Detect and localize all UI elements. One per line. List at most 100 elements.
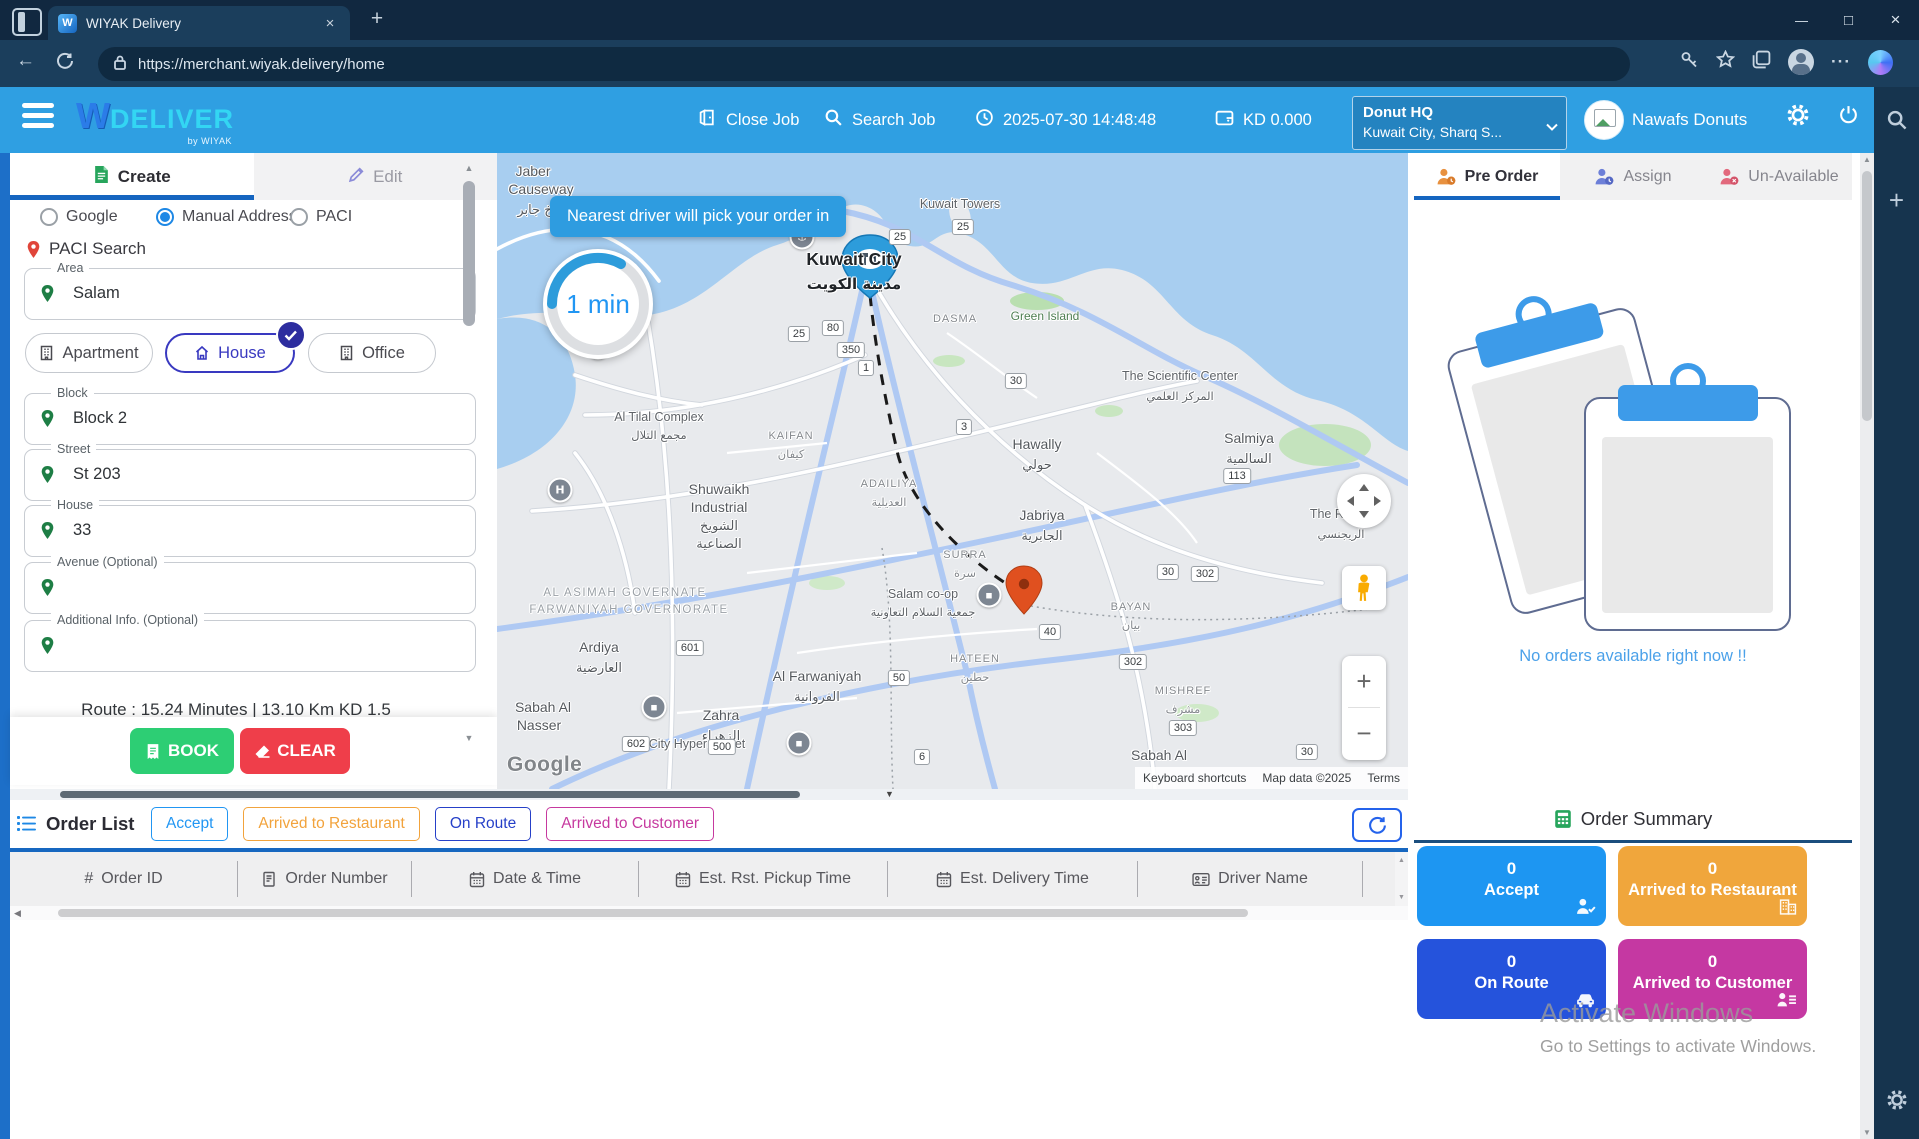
settings-gear-icon[interactable] xyxy=(1786,103,1810,132)
filter-accept[interactable]: Accept xyxy=(151,807,228,841)
map-poi-icon[interactable]: ▪ xyxy=(642,695,667,720)
window-maximize-icon[interactable]: □ xyxy=(1825,0,1872,40)
zoom-out-button[interactable]: − xyxy=(1342,708,1386,759)
panel-scrollbar[interactable]: ▲ ▼ xyxy=(462,155,476,785)
avenue-field[interactable]: Avenue (Optional) xyxy=(24,562,476,614)
block-field[interactable]: Block Block 2 xyxy=(24,393,476,445)
clear-button[interactable]: CLEAR xyxy=(240,728,350,774)
column-date-time: Date & Time xyxy=(412,861,639,897)
window-minimize-icon[interactable]: — xyxy=(1778,0,1825,40)
order-summary-panel: Order Summary 0Accept0Arrived to Restaur… xyxy=(1414,800,1852,1139)
logout-power-icon[interactable] xyxy=(1838,104,1859,130)
summary-card-accept[interactable]: 0Accept xyxy=(1417,846,1606,926)
type-apartment-button[interactable]: Apartment xyxy=(25,333,153,373)
map-pan-control[interactable] xyxy=(1337,474,1391,528)
tab-close-icon[interactable]: × xyxy=(320,15,340,32)
section-scrollbar[interactable]: ▼ xyxy=(10,789,1408,800)
map-label: Kuwait Towers xyxy=(920,197,1000,211)
copilot-icon[interactable] xyxy=(1868,50,1893,75)
terms-link[interactable]: Terms xyxy=(1359,767,1408,789)
radio-paci[interactable]: PACI xyxy=(290,208,352,226)
map-label: ADAILIYA xyxy=(861,478,918,490)
page-scrollbar[interactable]: ▲ ▼ xyxy=(1860,153,1874,1139)
collections-icon[interactable] xyxy=(1752,50,1771,74)
book-button[interactable]: BOOK xyxy=(130,728,234,774)
map-poi-icon[interactable]: ▪ xyxy=(977,583,1002,608)
map-poi-icon[interactable]: H xyxy=(548,478,573,503)
tab-edit[interactable]: Edit xyxy=(254,153,498,200)
road-badge: 601 xyxy=(676,640,704,656)
receipt-icon xyxy=(145,743,161,760)
zoom-in-button[interactable]: + xyxy=(1342,656,1386,707)
pegman-control[interactable] xyxy=(1342,566,1386,610)
browser-profile-avatar[interactable] xyxy=(1788,49,1814,75)
radio-google[interactable]: Google xyxy=(40,208,118,226)
sidebar-settings-icon[interactable] xyxy=(1874,1089,1919,1116)
house-field[interactable]: House 33 xyxy=(24,505,476,557)
search-job-button[interactable]: Search Job xyxy=(824,89,935,151)
pre-order-person-icon xyxy=(1436,168,1457,186)
branch-selector[interactable]: Donut HQ Kuwait City, Sharq S... xyxy=(1352,96,1567,150)
user-name: Nawafs Donuts xyxy=(1632,110,1747,130)
road-badge: 602 xyxy=(622,736,650,752)
column-order-number: Order Number xyxy=(238,861,412,897)
page-scrollbar-thumb[interactable] xyxy=(1862,171,1872,421)
map-poi-icon[interactable]: ▪ xyxy=(787,731,812,756)
road-badge: 6 xyxy=(914,749,930,765)
map-label: BAYAN xyxy=(1111,601,1152,613)
tab-pre-order[interactable]: Pre Order xyxy=(1414,153,1560,200)
workspaces-icon[interactable] xyxy=(12,8,42,36)
paci-search-link[interactable]: PACI Search xyxy=(26,239,146,259)
tab-assign[interactable]: Assign xyxy=(1560,153,1706,200)
keyboard-shortcuts-link[interactable]: Keyboard shortcuts xyxy=(1135,767,1254,789)
back-icon[interactable]: ← xyxy=(16,50,35,72)
column-order-id: #Order ID xyxy=(10,861,238,897)
browser-tab[interactable]: W WIYAK Delivery × xyxy=(48,6,350,40)
wallet-icon xyxy=(1215,108,1234,132)
area-field[interactable]: Area Salam xyxy=(24,268,476,320)
logo-subtext: by WIYAK xyxy=(188,136,232,146)
type-office-button[interactable]: Office xyxy=(308,333,436,373)
panel-scrollbar-thumb[interactable] xyxy=(463,181,475,326)
eta-timer: 1 min xyxy=(543,249,653,359)
road-badge: 500 xyxy=(708,739,736,755)
street-field[interactable]: Street St 203 xyxy=(24,449,476,501)
sidebar-search-icon[interactable] xyxy=(1874,109,1919,136)
table-vscrollbar[interactable]: ▲▼ xyxy=(1395,852,1408,906)
close-job-button[interactable]: Close Job xyxy=(698,89,799,151)
additional-info-field[interactable]: Additional Info. (Optional) xyxy=(24,620,476,672)
unavailable-person-icon xyxy=(1719,168,1740,186)
refresh-button[interactable] xyxy=(1352,808,1402,842)
table-hscrollbar[interactable]: ◀ xyxy=(10,906,1408,920)
sidebar-add-icon[interactable]: + xyxy=(1874,185,1919,216)
map-label: Shuwaikh xyxy=(689,481,750,497)
map[interactable]: JaberCausewayخ جابرKuwait TowersKuwait C… xyxy=(497,153,1408,789)
new-tab-button[interactable]: + xyxy=(362,4,392,34)
google-logo[interactable]: Google xyxy=(507,753,582,777)
section-scrollbar-thumb[interactable] xyxy=(60,791,800,798)
empty-orders-message: No orders available right now !! xyxy=(1414,647,1852,666)
map-label: الريجنسي xyxy=(1318,527,1365,541)
tab-unavailable[interactable]: Un-Available xyxy=(1706,153,1852,200)
radio-manual-address[interactable]: Manual Address xyxy=(156,208,297,226)
refresh-icon[interactable] xyxy=(56,52,74,76)
clipboard-illustration-front xyxy=(1584,397,1791,631)
favorite-star-icon[interactable] xyxy=(1716,50,1735,74)
filter-arrived-to-customer[interactable]: Arrived to Customer xyxy=(546,807,714,841)
filter-on-route[interactable]: On Route xyxy=(435,807,531,841)
window-close-icon[interactable]: × xyxy=(1872,0,1919,40)
user-avatar[interactable] xyxy=(1584,100,1624,140)
selected-check-icon xyxy=(276,320,306,350)
address-bar[interactable]: https://merchant.wiyak.delivery/home xyxy=(98,47,1630,81)
tab-create[interactable]: Create xyxy=(10,153,254,200)
browser-menu-icon[interactable]: ··· xyxy=(1831,52,1851,72)
password-key-icon[interactable] xyxy=(1680,50,1699,74)
table-hscrollbar-thumb[interactable] xyxy=(58,909,1248,917)
map-label: Kuwait City xyxy=(806,249,901,270)
menu-hamburger-icon[interactable] xyxy=(22,103,54,130)
type-house-button[interactable]: House xyxy=(165,333,295,373)
filter-arrived-to-restaurant[interactable]: Arrived to Restaurant xyxy=(243,807,419,841)
summary-card-arrived-to-restaurant[interactable]: 0Arrived to Restaurant xyxy=(1618,846,1807,926)
search-icon xyxy=(824,108,843,132)
map-label: المركز العلمي xyxy=(1146,389,1213,403)
